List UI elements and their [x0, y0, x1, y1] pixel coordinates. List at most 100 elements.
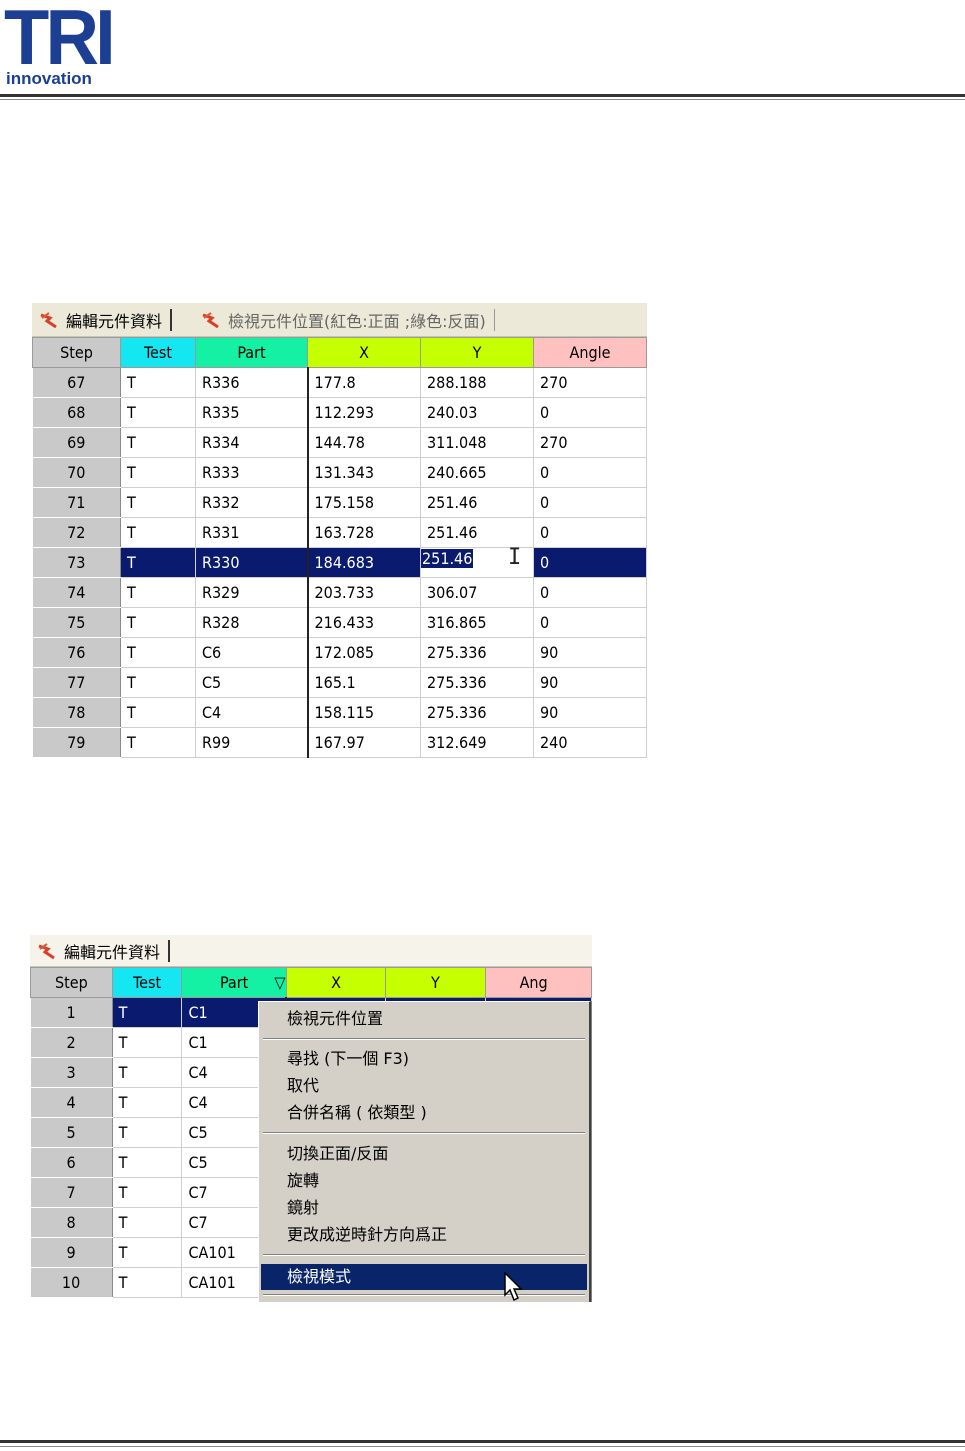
- step-cell[interactable]: 78: [32, 697, 121, 728]
- part-cell[interactable]: R331: [195, 517, 309, 548]
- column-header-y[interactable]: Y: [420, 337, 534, 368]
- test-cell[interactable]: T: [120, 607, 196, 638]
- step-cell[interactable]: 4: [30, 1087, 113, 1118]
- part-cell[interactable]: R329: [195, 577, 309, 608]
- part-cell[interactable]: R334: [195, 427, 309, 458]
- sort-descending-icon[interactable]: ▽: [274, 973, 285, 992]
- part-cell[interactable]: C5: [195, 667, 309, 698]
- test-cell[interactable]: T: [112, 1027, 183, 1058]
- table-row[interactable]: 78 T C4 158.115 275.336 90: [32, 697, 647, 728]
- step-cell[interactable]: 77: [32, 667, 121, 698]
- column-header-part[interactable]: Part: [195, 337, 308, 368]
- angle-cell[interactable]: 0: [533, 517, 647, 548]
- part-cell[interactable]: R336: [195, 367, 309, 398]
- test-cell[interactable]: T: [120, 547, 196, 578]
- test-cell[interactable]: T: [120, 457, 196, 488]
- column-header-step[interactable]: Step: [32, 337, 121, 368]
- angle-cell[interactable]: 0: [533, 577, 647, 608]
- angle-cell[interactable]: 240: [533, 727, 647, 758]
- test-cell[interactable]: T: [112, 1057, 183, 1088]
- x-cell[interactable]: 144.78: [307, 427, 421, 458]
- step-cell[interactable]: 72: [32, 517, 121, 548]
- test-cell[interactable]: T: [112, 1267, 183, 1298]
- x-cell[interactable]: 167.97: [307, 727, 421, 758]
- test-cell[interactable]: T: [120, 427, 196, 458]
- step-cell[interactable]: 8: [30, 1207, 113, 1238]
- y-edit-selection[interactable]: 251.46: [421, 549, 474, 568]
- y-cell[interactable]: 306.07: [420, 577, 534, 608]
- angle-cell[interactable]: 90: [533, 667, 647, 698]
- column-header-test[interactable]: Test: [111, 967, 183, 998]
- column-header-x[interactable]: X: [285, 967, 387, 998]
- column-header-angle[interactable]: Ang: [484, 967, 592, 998]
- column-header-part[interactable]: Part ▽: [181, 967, 287, 998]
- table-row[interactable]: 79 T R99 167.97 312.649 240: [32, 727, 647, 758]
- test-cell[interactable]: T: [120, 517, 196, 548]
- step-cell[interactable]: 70: [32, 457, 121, 488]
- step-cell[interactable]: 3: [30, 1057, 113, 1088]
- x-cell[interactable]: 216.433: [307, 607, 421, 638]
- menu-item-mirror[interactable]: 鏡射: [261, 1195, 587, 1221]
- table-row[interactable]: 73 T R330 184.683 251.46 0: [32, 547, 647, 578]
- part-cell[interactable]: R330: [195, 547, 309, 578]
- test-cell[interactable]: T: [120, 367, 196, 398]
- test-cell[interactable]: T: [120, 667, 196, 698]
- column-header-angle[interactable]: Angle: [533, 337, 647, 368]
- step-cell[interactable]: 67: [32, 367, 121, 398]
- y-cell[interactable]: 275.336: [420, 637, 534, 668]
- table-row[interactable]: 76 T C6 172.085 275.336 90: [32, 637, 647, 668]
- test-cell[interactable]: T: [120, 727, 196, 758]
- table-row[interactable]: 69 T R334 144.78 311.048 270: [32, 427, 647, 458]
- menu-item-view-position[interactable]: 檢視元件位置: [261, 1006, 587, 1032]
- angle-cell[interactable]: 0: [533, 397, 647, 428]
- y-cell[interactable]: 311.048: [420, 427, 534, 458]
- y-cell[interactable]: 312.649: [420, 727, 534, 758]
- part-cell[interactable]: C6: [195, 637, 309, 668]
- test-cell[interactable]: T: [120, 397, 196, 428]
- menu-item-toggle-side[interactable]: 切換正面/反面: [261, 1141, 587, 1167]
- y-cell[interactable]: 275.336: [420, 667, 534, 698]
- test-cell[interactable]: T: [112, 997, 183, 1028]
- step-cell[interactable]: 75: [32, 607, 121, 638]
- column-header-step[interactable]: Step: [30, 967, 113, 998]
- step-cell[interactable]: 9: [30, 1237, 113, 1268]
- step-cell[interactable]: 71: [32, 487, 121, 518]
- y-cell[interactable]: 251.46: [420, 487, 534, 518]
- menu-item-replace[interactable]: 取代: [261, 1073, 587, 1099]
- angle-cell[interactable]: 270: [533, 367, 647, 398]
- x-cell[interactable]: 158.115: [307, 697, 421, 728]
- angle-cell[interactable]: 90: [533, 637, 647, 668]
- step-cell[interactable]: 69: [32, 427, 121, 458]
- tab-edit-component-data[interactable]: 編輯元件資料: [32, 303, 173, 336]
- table-row[interactable]: 67 T R336 177.8 288.188 270: [32, 367, 647, 398]
- step-cell[interactable]: 6: [30, 1147, 113, 1178]
- part-cell[interactable]: R99: [195, 727, 309, 758]
- test-cell[interactable]: T: [112, 1147, 183, 1178]
- x-cell[interactable]: 177.8: [307, 367, 421, 398]
- part-cell[interactable]: R335: [195, 397, 309, 428]
- step-cell[interactable]: 2: [30, 1027, 113, 1058]
- angle-cell[interactable]: 90: [533, 697, 647, 728]
- part-cell[interactable]: C4: [195, 697, 309, 728]
- y-cell[interactable]: 251.46: [420, 517, 534, 548]
- angle-cell[interactable]: 270: [533, 427, 647, 458]
- test-cell[interactable]: T: [120, 637, 196, 668]
- angle-cell[interactable]: 0: [533, 457, 647, 488]
- column-header-y[interactable]: Y: [385, 967, 486, 998]
- step-cell[interactable]: 1: [30, 997, 113, 1028]
- x-cell[interactable]: 112.293: [307, 397, 421, 428]
- x-cell[interactable]: 163.728: [307, 517, 421, 548]
- table-row[interactable]: 77 T C5 165.1 275.336 90: [32, 667, 647, 698]
- step-cell[interactable]: 10: [30, 1267, 113, 1298]
- test-cell[interactable]: T: [112, 1237, 183, 1268]
- table-row[interactable]: 72 T R331 163.728 251.46 0: [32, 517, 647, 548]
- x-cell[interactable]: 165.1: [307, 667, 421, 698]
- part-cell[interactable]: R332: [195, 487, 309, 518]
- tab-view-component-position[interactable]: 檢視元件位置(紅色:正面 ;綠色:反面): [194, 303, 495, 336]
- column-header-test[interactable]: Test: [120, 337, 196, 368]
- test-cell[interactable]: T: [120, 697, 196, 728]
- x-cell[interactable]: 203.733: [307, 577, 421, 608]
- table-row[interactable]: 71 T R332 175.158 251.46 0: [32, 487, 647, 518]
- menu-item-rotate[interactable]: 旋轉: [261, 1168, 587, 1194]
- table-row[interactable]: 75 T R328 216.433 316.865 0: [32, 607, 647, 638]
